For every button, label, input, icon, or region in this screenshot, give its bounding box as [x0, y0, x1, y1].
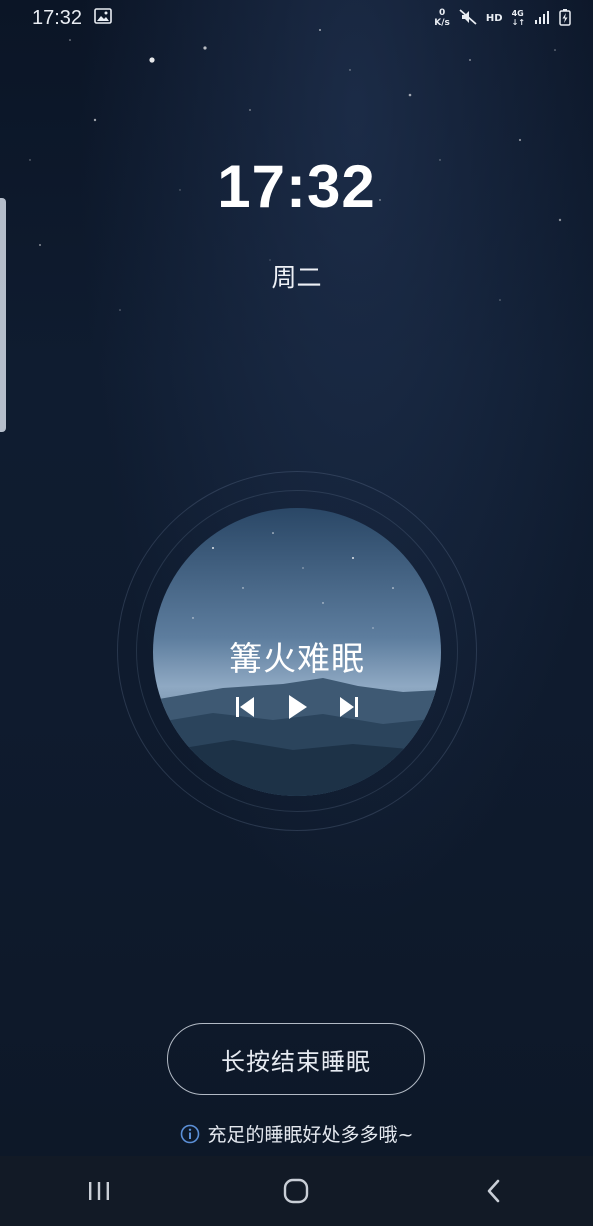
- clock-time: 17:32: [217, 153, 376, 220]
- home-icon: [284, 1178, 309, 1204]
- back-icon: [487, 1179, 500, 1203]
- sleep-tip: 充足的睡眠好处多多哦~: [0, 1120, 593, 1147]
- next-button[interactable]: [336, 692, 362, 722]
- navigation-bar: [0, 1156, 593, 1226]
- network-type-label: 4G: [511, 9, 524, 18]
- status-bar: 17:32 0 K/s HD 4G ↓↑: [0, 0, 593, 36]
- next-icon: [340, 697, 358, 717]
- signal-icon: [534, 10, 550, 27]
- play-button[interactable]: [284, 692, 310, 722]
- weekday-label: 周二: [271, 263, 322, 292]
- back-button[interactable]: [464, 1166, 524, 1216]
- previous-button[interactable]: [232, 692, 258, 722]
- track-title: 篝火难眠: [229, 639, 365, 678]
- previous-icon: [236, 697, 254, 717]
- mute-icon: [459, 8, 477, 28]
- battery-charging-icon: [559, 8, 571, 29]
- sleep-screen: 17:32 0 K/s HD 4G ↓↑ 17:32 周二 篝火难眠 长按结束睡…: [0, 0, 593, 1156]
- recent-apps-icon: [88, 1182, 109, 1200]
- image-icon: [94, 8, 112, 28]
- hd-label: HD: [485, 12, 503, 24]
- network-speed-unit: K/s: [434, 18, 450, 28]
- playback-controls: [153, 692, 441, 722]
- info-icon: [180, 1124, 199, 1143]
- network-speed: 0 K/s: [434, 8, 450, 28]
- network-type: 4G ↓↑: [511, 9, 525, 27]
- network-speed-value: 0: [438, 8, 446, 18]
- edge-panel-handle[interactable]: [0, 198, 6, 432]
- sleep-tip-text: 充足的睡眠好处多多哦~: [207, 1124, 414, 1146]
- recent-apps-button[interactable]: [69, 1166, 129, 1216]
- end-sleep-button[interactable]: 长按结束睡眠: [167, 1023, 425, 1095]
- play-icon: [289, 695, 307, 719]
- status-time: 17:32: [32, 6, 83, 29]
- home-button[interactable]: [266, 1166, 326, 1216]
